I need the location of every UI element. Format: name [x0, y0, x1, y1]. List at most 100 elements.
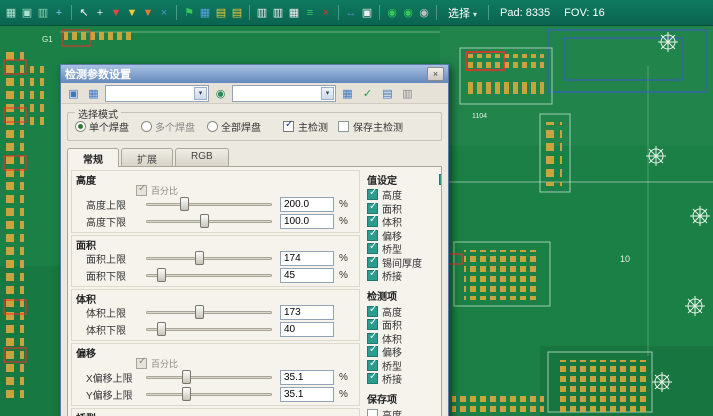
- volume-lower-slider[interactable]: [146, 322, 272, 337]
- panel-icon[interactable]: ▣: [359, 4, 375, 22]
- volume-upper-input[interactable]: [280, 305, 334, 320]
- checkbox[interactable]: [338, 121, 349, 132]
- detect-item-bridge[interactable]: 桥型: [367, 359, 442, 373]
- checkbox[interactable]: [367, 409, 378, 416]
- area-lower-input[interactable]: [280, 268, 334, 283]
- checkbox[interactable]: [367, 203, 378, 214]
- checkbox[interactable]: [367, 270, 378, 281]
- run-icon[interactable]: ◉: [400, 4, 416, 22]
- select-mode-button[interactable]: 选择▾: [448, 5, 477, 21]
- checkbox[interactable]: [367, 189, 378, 200]
- radio-single-pad[interactable]: 单个焊盘: [75, 119, 129, 134]
- checkbox[interactable]: [367, 333, 378, 344]
- save-icon[interactable]: ▦: [85, 85, 102, 101]
- detect-item-volume[interactable]: 体积: [367, 332, 442, 346]
- flag-icon[interactable]: ⚑: [181, 4, 197, 22]
- board-view-icon[interactable]: ▣: [19, 4, 35, 22]
- checkbox[interactable]: [367, 373, 378, 384]
- area-upper-slider[interactable]: [146, 251, 272, 266]
- component-icon[interactable]: ▥: [35, 4, 51, 22]
- parameter-set-combo[interactable]: ▾: [232, 85, 336, 102]
- slider-thumb[interactable]: [182, 370, 191, 384]
- start-icon[interactable]: ◉: [384, 4, 400, 22]
- grid-icon[interactable]: ▦: [339, 85, 356, 101]
- value-item-offset[interactable]: 偏移: [367, 229, 442, 243]
- height-lower-input[interactable]: [280, 214, 334, 229]
- value-item-solder-gap[interactable]: 锡间厚度: [367, 256, 442, 270]
- height-lower-slider[interactable]: [146, 214, 272, 229]
- slider-thumb[interactable]: [180, 197, 189, 211]
- slider-thumb[interactable]: [195, 251, 204, 265]
- height-upper-input[interactable]: [280, 197, 334, 212]
- pin-orange-icon[interactable]: ▼: [140, 4, 156, 22]
- volume-lower-input[interactable]: [280, 322, 334, 337]
- crosshair-icon[interactable]: +: [92, 4, 108, 22]
- checkbox[interactable]: [367, 346, 378, 357]
- radio-all-pads[interactable]: 全部焊盘: [207, 119, 261, 134]
- checkbox[interactable]: [367, 216, 378, 227]
- layers-icon[interactable]: ▤: [379, 85, 396, 101]
- slider-thumb[interactable]: [195, 305, 204, 319]
- checkbox[interactable]: [367, 257, 378, 268]
- area-lower-slider[interactable]: [146, 268, 272, 283]
- y-offset-slider[interactable]: [146, 387, 272, 402]
- tab-general[interactable]: 常规: [67, 148, 119, 167]
- cursor-icon[interactable]: ↖: [76, 4, 92, 22]
- export-icon[interactable]: ▥: [399, 85, 416, 101]
- x-offset-input[interactable]: [280, 370, 334, 385]
- checkbox[interactable]: [367, 360, 378, 371]
- slider-thumb[interactable]: [182, 387, 191, 401]
- slider-thumb[interactable]: [200, 214, 209, 228]
- detect-item-bridging[interactable]: 桥接: [367, 372, 442, 386]
- close-button[interactable]: ×: [427, 67, 444, 81]
- checkbox[interactable]: [367, 230, 378, 241]
- delete-x-icon[interactable]: ×: [156, 4, 172, 22]
- slider-thumb[interactable]: [157, 268, 166, 282]
- percent-checkbox[interactable]: [136, 185, 147, 196]
- grid-blue-icon[interactable]: ▦: [197, 4, 213, 22]
- measure-icon[interactable]: +: [51, 4, 67, 22]
- checkbox[interactable]: [283, 121, 294, 132]
- pin-red-icon[interactable]: ▼: [108, 4, 124, 22]
- dialog-titlebar[interactable]: 检测参数设置 ×: [61, 65, 448, 83]
- x-offset-slider[interactable]: [146, 370, 272, 385]
- apply-icon[interactable]: ✓: [359, 85, 376, 101]
- table-icon[interactable]: ▥: [254, 4, 270, 22]
- list-icon[interactable]: ≡: [302, 4, 318, 22]
- stop-icon[interactable]: ◉: [416, 4, 432, 22]
- tab-extended[interactable]: 扩展: [121, 148, 173, 167]
- value-item-volume[interactable]: 体积: [367, 215, 442, 229]
- columns-icon[interactable]: ▦: [286, 4, 302, 22]
- swap-icon[interactable]: ↔: [343, 4, 359, 22]
- value-item-area[interactable]: 面积: [367, 202, 442, 216]
- save-main-detect-checkbox[interactable]: 保存主检测: [338, 119, 403, 134]
- database2-icon[interactable]: ▤: [229, 4, 245, 22]
- app-grid-icon[interactable]: ▦: [3, 4, 19, 22]
- value-item-bridging[interactable]: 桥接: [367, 269, 442, 283]
- radio-multiple-pads[interactable]: 多个焊盘: [141, 119, 195, 134]
- save-item-height[interactable]: 高度: [367, 408, 442, 416]
- chevron-down-icon[interactable]: ▾: [321, 87, 334, 100]
- tab-rgb[interactable]: RGB: [175, 148, 229, 167]
- detect-item-height[interactable]: 高度: [367, 305, 442, 319]
- y-offset-input[interactable]: [280, 387, 334, 402]
- slider-thumb[interactable]: [157, 322, 166, 336]
- area-upper-input[interactable]: [280, 251, 334, 266]
- close-red-icon[interactable]: ×: [318, 4, 334, 22]
- target-icon[interactable]: ◉: [212, 85, 229, 101]
- detect-item-area[interactable]: 面积: [367, 318, 442, 332]
- checkbox[interactable]: [367, 306, 378, 317]
- table2-icon[interactable]: ▥: [270, 4, 286, 22]
- volume-upper-slider[interactable]: [146, 305, 272, 320]
- pin-yellow-icon[interactable]: ▼: [124, 4, 140, 22]
- checkbox[interactable]: [367, 243, 378, 254]
- main-detect-checkbox[interactable]: 主检测: [283, 119, 328, 134]
- value-setting-master-checkbox[interactable]: [439, 174, 442, 185]
- value-item-height[interactable]: 高度: [367, 188, 442, 202]
- database-icon[interactable]: ▤: [213, 4, 229, 22]
- percent-checkbox[interactable]: [136, 358, 147, 369]
- checkbox[interactable]: [367, 319, 378, 330]
- pad-group-combo[interactable]: ▾: [105, 85, 209, 102]
- height-upper-slider[interactable]: [146, 197, 272, 212]
- chevron-down-icon[interactable]: ▾: [194, 87, 207, 100]
